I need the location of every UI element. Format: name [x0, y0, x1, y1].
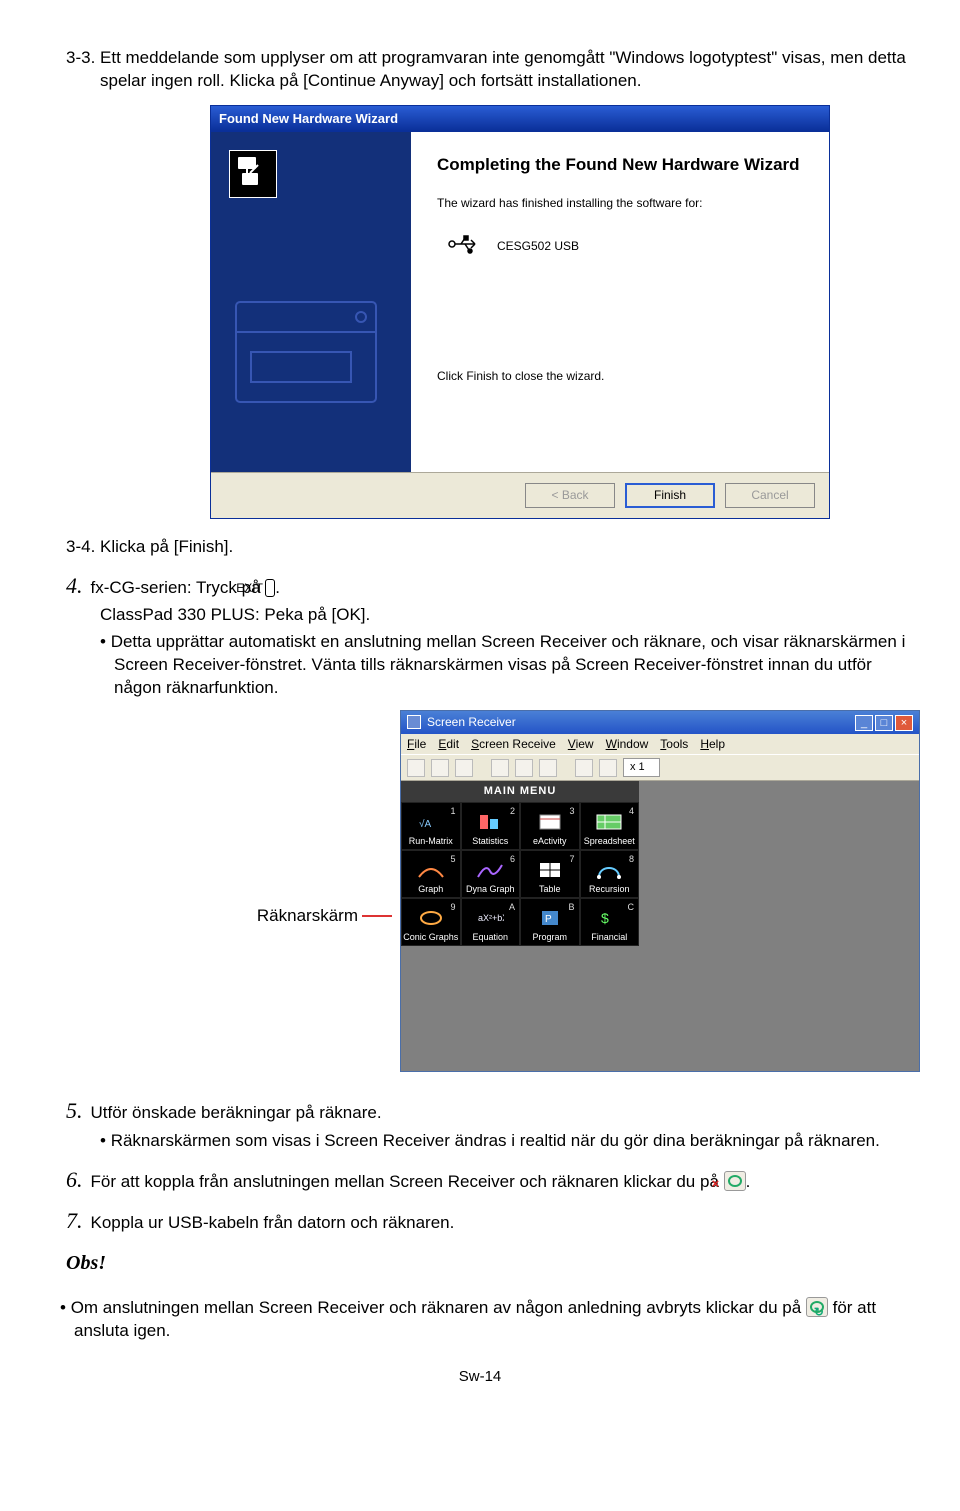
page-number: Sw-14	[40, 1367, 920, 1387]
step-4: 4.fx-CG-serien: Tryck på EXIT.	[40, 571, 920, 601]
wizard-heading: Completing the Found New Hardware Wizard	[437, 154, 807, 177]
calc-app-eactivity[interactable]: 3eActivity	[520, 802, 580, 850]
step-3-4: 3-4. Klicka på [Finish].	[40, 536, 920, 559]
toolbar-icon[interactable]	[455, 759, 473, 777]
zoom-select[interactable]: x 1	[623, 758, 660, 777]
toolbar-icon[interactable]	[539, 759, 557, 777]
svg-text:$: $	[601, 910, 609, 926]
svg-text:aX²+bX: aX²+bX	[478, 913, 504, 923]
calculator-screen-label: Räknarskärm	[257, 906, 358, 925]
calculator-screen: MAIN MENU 1√ARun-Matrix2Statistics3eActi…	[401, 781, 639, 946]
menu-screen-receive[interactable]: Screen Receive	[471, 736, 556, 752]
window-title: Screen Receiver	[427, 714, 516, 730]
step-4b: ClassPad 330 PLUS: Peka på [OK].	[100, 604, 920, 627]
close-button[interactable]: ×	[895, 715, 913, 731]
calc-app-dyna-graph[interactable]: 6Dyna Graph	[461, 850, 521, 898]
back-button[interactable]: < Back	[525, 483, 615, 507]
menu-file[interactable]: File	[407, 736, 426, 752]
calc-app-graph[interactable]: 5Graph	[401, 850, 461, 898]
menu-window[interactable]: Window	[606, 736, 649, 752]
toolbar-icon[interactable]	[407, 759, 425, 777]
wizard-titlebar: Found New Hardware Wizard	[210, 105, 830, 132]
disconnect-icon[interactable]	[724, 1171, 746, 1191]
wizard-text: The wizard has finished installing the s…	[437, 195, 807, 211]
bullet-4: Detta upprättar automatiskt en anslutnin…	[100, 631, 920, 700]
step-7: 7.Koppla ur USB-kabeln från datorn och r…	[40, 1206, 920, 1236]
callout-line	[362, 915, 392, 917]
finish-button[interactable]: Finish	[625, 483, 715, 507]
minimize-button[interactable]: _	[855, 715, 873, 731]
step-5: 5.Utför önskade beräkningar på räknare.	[40, 1096, 920, 1126]
wizard-screenshot: Found New Hardware Wizard	[210, 105, 830, 519]
reconnect-icon[interactable]	[806, 1297, 828, 1317]
wizard-device-name: CESG502 USB	[497, 238, 579, 254]
toolbar: x 1	[401, 754, 919, 781]
bullet-5: Räknarskärmen som visas i Screen Receive…	[100, 1130, 920, 1153]
cancel-button[interactable]: Cancel	[725, 483, 815, 507]
calc-app-financial[interactable]: C$Financial	[580, 898, 640, 946]
calc-app-equation[interactable]: AaX²+bXEquation	[461, 898, 521, 946]
device-icon	[229, 150, 277, 198]
zoom-in-icon[interactable]	[599, 759, 617, 777]
step-3-3: 3-3. Ett meddelande som upplyser om att …	[40, 47, 920, 93]
screen-receiver-window: Screen Receiver _□× File Edit Screen Rec…	[400, 710, 920, 1072]
calc-app-run-matrix[interactable]: 1√ARun-Matrix	[401, 802, 461, 850]
calc-app-recursion[interactable]: 8Recursion	[580, 850, 640, 898]
calc-app-program[interactable]: BPProgram	[520, 898, 580, 946]
calc-app-conic-graphs[interactable]: 9Conic Graphs	[401, 898, 461, 946]
usb-icon	[447, 234, 479, 258]
wizard-sidebar-image	[211, 132, 411, 472]
zoom-out-icon[interactable]	[575, 759, 593, 777]
step-6: 6.För att koppla från anslutningen mella…	[40, 1165, 920, 1195]
calc-app-statistics[interactable]: 2Statistics	[461, 802, 521, 850]
calc-main-menu: MAIN MENU	[401, 781, 639, 802]
toolbar-icon[interactable]	[491, 759, 509, 777]
svg-text:√A: √A	[419, 818, 431, 830]
toolbar-icon[interactable]	[515, 759, 533, 777]
exit-key-label: EXIT	[265, 579, 275, 597]
menu-view[interactable]: View	[568, 736, 594, 752]
app-icon	[407, 715, 421, 729]
note-bullet: Om anslutningen mellan Screen Receiver o…	[60, 1297, 920, 1343]
wizard-finish-text: Click Finish to close the wizard.	[437, 368, 807, 384]
svg-text:P: P	[545, 914, 552, 925]
menu-tools[interactable]: Tools	[660, 736, 688, 752]
note-heading: Obs!	[66, 1250, 920, 1277]
calc-app-table[interactable]: 7Table	[520, 850, 580, 898]
maximize-button[interactable]: □	[875, 715, 893, 731]
menu-edit[interactable]: Edit	[438, 736, 459, 752]
calc-app-spreadsheet[interactable]: 4Spreadsheet	[580, 802, 640, 850]
menu-bar[interactable]: File Edit Screen Receive View Window Too…	[401, 734, 919, 754]
toolbar-icon[interactable]	[431, 759, 449, 777]
menu-help[interactable]: Help	[700, 736, 725, 752]
